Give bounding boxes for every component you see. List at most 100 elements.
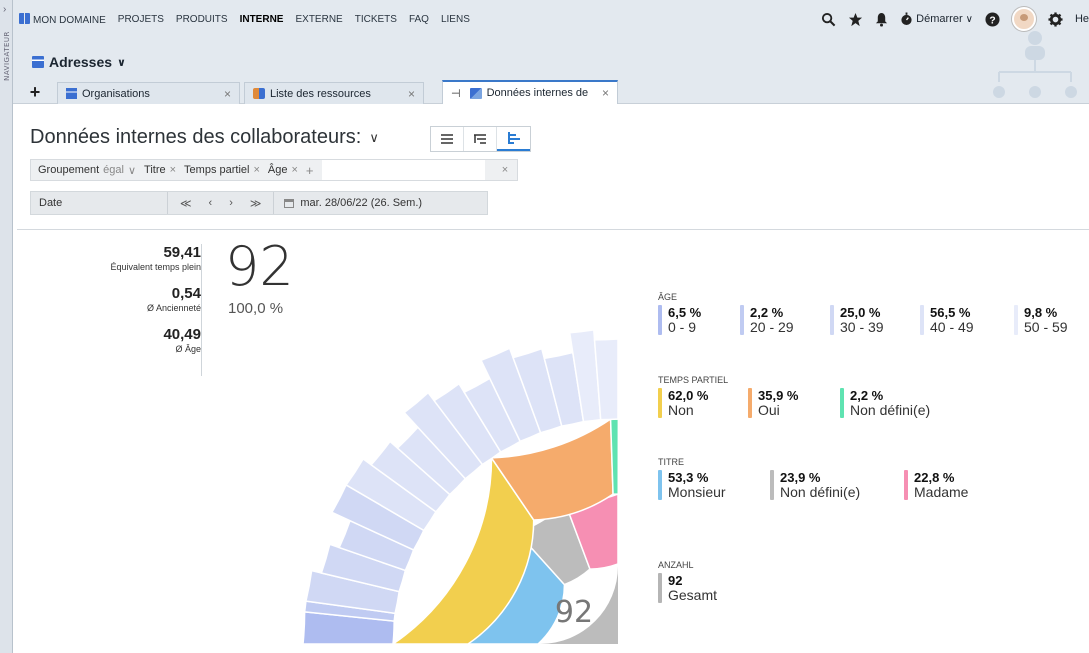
legend-item[interactable]: 25,0 % 30 - 39	[830, 305, 920, 336]
topnav-externe[interactable]: EXTERNE	[295, 14, 342, 25]
close-icon[interactable]: ×	[253, 164, 259, 176]
filter-input[interactable]	[321, 160, 485, 180]
chip-label: Temps partiel	[184, 164, 250, 176]
tab-strip: + Organisations × Liste des ressources ×…	[13, 80, 622, 104]
sunburst-chart[interactable]: 92	[253, 274, 623, 644]
search-icon[interactable]	[821, 12, 836, 27]
stat-age: 40,49 Ø Âge	[61, 326, 201, 354]
topnav-tickets[interactable]: TICKETS	[355, 14, 397, 25]
stat-label: Équivalent temps plein	[110, 262, 201, 272]
group-filter[interactable]: Groupement égal ∨	[38, 164, 136, 177]
legend-item[interactable]: 35,9 % Oui	[748, 388, 840, 419]
legend-item[interactable]: 92 Gesamt	[658, 573, 748, 604]
date-navigation: ≪ ‹ › ≫	[167, 192, 275, 214]
legend-swatch	[830, 305, 834, 336]
demarrer-label: Démarrer	[916, 13, 963, 25]
close-icon[interactable]: ×	[602, 86, 609, 100]
legend-swatch	[1014, 305, 1018, 336]
star-icon[interactable]	[848, 12, 863, 27]
legend-row: 6,5 % 0 - 9 2,2 % 20 - 29 25,0 % 30 - 39 56,5 …	[658, 305, 1074, 336]
legend-swatch	[658, 573, 662, 604]
navigator-strip[interactable]: › NAVIGATEUR	[0, 0, 13, 653]
topnav-faq[interactable]: FAQ	[409, 14, 429, 25]
legend-age: ÂGE 6,5 % 0 - 9 2,2 % 20 - 29 25,0 % 30 - 39 5…	[658, 292, 1074, 336]
legend-title: ÂGE	[658, 292, 678, 302]
legend-label: Madame	[914, 484, 969, 500]
legend-row: 62,0 % Non 35,9 % Oui 2,2 % Non défini(e)	[658, 388, 960, 419]
clear-filters-icon[interactable]: ×	[493, 164, 517, 176]
filter-chip-titre[interactable]: Titre ×	[144, 164, 176, 176]
legend-text: 22,8 % Madame	[914, 470, 968, 500]
topnav-mon-domaine[interactable]: MON DOMAINE	[19, 13, 106, 26]
filter-chip-age[interactable]: Âge ×	[268, 164, 298, 176]
chart-view-button[interactable]	[497, 127, 530, 151]
tree-icon	[474, 134, 486, 144]
prev-icon[interactable]: ‹	[209, 197, 213, 209]
bell-icon[interactable]	[875, 12, 888, 27]
tree-view-button[interactable]	[464, 127, 497, 151]
legend-item[interactable]: 9,8 % 50 - 59	[1014, 305, 1074, 336]
topnav-produits[interactable]: PRODUITS	[176, 14, 228, 25]
topnav-liens[interactable]: LIENS	[441, 14, 470, 25]
legend-item[interactable]: 2,2 % 20 - 29	[740, 305, 830, 336]
legend-value: 23,9 %	[780, 470, 821, 485]
filter-chip-temps-partiel[interactable]: Temps partiel ×	[184, 164, 260, 176]
chip-label: Âge	[267, 164, 288, 176]
legend-item[interactable]: 56,5 % 40 - 49	[920, 305, 1014, 336]
add-filter-button[interactable]: +	[306, 163, 314, 178]
demarrer-menu[interactable]: Démarrer ∨	[900, 12, 973, 26]
help-label[interactable]: He	[1075, 13, 1089, 25]
tab-liste-ressources[interactable]: Liste des ressources ×	[244, 82, 424, 104]
legend-label: 0 - 9	[668, 319, 697, 335]
navigator-label: NAVIGATEUR	[3, 31, 11, 81]
tab-donnees-internes[interactable]: ⊣ Données internes de ×	[442, 80, 618, 104]
legend-value: 2,2 %	[850, 388, 884, 403]
page-title[interactable]: Données internes des collaborateurs: ∨	[30, 126, 379, 149]
add-tab-button[interactable]: +	[13, 80, 57, 104]
svg-text:?: ?	[989, 15, 995, 26]
legend-item[interactable]: 2,2 % Non défini(e)	[840, 388, 960, 419]
section-title[interactable]: Adresses ∨	[32, 54, 126, 70]
main-content: Données internes des collaborateurs: ∨ G…	[13, 104, 1089, 653]
legend-item[interactable]: 62,0 % Non	[658, 388, 748, 419]
chart-building-icon	[469, 87, 482, 99]
topnav-interne[interactable]: INTERNE	[240, 14, 284, 25]
legend-item[interactable]: 53,3 % Monsieur	[658, 470, 770, 501]
legend-swatch	[658, 388, 662, 419]
last-page-icon[interactable]: ≫	[250, 197, 262, 210]
topnav-projets[interactable]: PROJETS	[118, 14, 164, 25]
close-icon[interactable]: ×	[224, 87, 231, 101]
legend-label: Monsieur	[668, 484, 726, 500]
tab-organisations[interactable]: Organisations ×	[57, 82, 240, 104]
first-page-icon[interactable]: ≪	[180, 197, 192, 210]
building-icon	[32, 56, 44, 68]
chevron-down-icon: ∨	[369, 129, 379, 145]
legend-text: 53,3 % Monsieur	[668, 470, 726, 500]
date-picker[interactable]: mar. 28/06/22 (26. Sem.)	[274, 197, 422, 209]
legend-item[interactable]: 23,9 % Non défini(e)	[770, 470, 904, 501]
legend-title: ANZAHL	[658, 560, 694, 570]
legend-text: 62,0 % Non	[668, 388, 708, 418]
stats-divider	[201, 244, 202, 376]
gear-icon[interactable]	[1048, 11, 1063, 27]
building-icon	[66, 88, 77, 99]
expand-chevron-icon[interactable]: ›	[3, 4, 6, 15]
app-root: › NAVIGATEUR MON DOMAINE PROJETS PRODUIT…	[0, 0, 1089, 653]
stat-anciennete: 0,54 Ø Ancienneté	[61, 285, 201, 313]
close-icon[interactable]: ×	[291, 164, 297, 176]
section-title-label: Adresses	[49, 54, 113, 70]
pin-icon[interactable]: ⊣	[451, 87, 461, 100]
legend-item[interactable]: 6,5 % 0 - 9	[658, 305, 740, 336]
close-icon[interactable]: ×	[170, 164, 176, 176]
legend-item[interactable]: 22,8 % Madame	[904, 470, 1014, 501]
legend-value: 56,5 %	[930, 305, 971, 320]
help-icon[interactable]: ?	[985, 11, 1000, 27]
close-icon[interactable]: ×	[408, 87, 415, 101]
legend-value: 2,2 %	[750, 305, 784, 320]
legend-value: 25,0 %	[840, 305, 881, 320]
legend-swatch	[658, 470, 662, 501]
list-view-button[interactable]	[431, 127, 464, 151]
legend-label: Non défini(e)	[780, 484, 861, 500]
next-icon[interactable]: ›	[229, 197, 233, 209]
legend-text: 2,2 % Non défini(e)	[850, 388, 930, 418]
